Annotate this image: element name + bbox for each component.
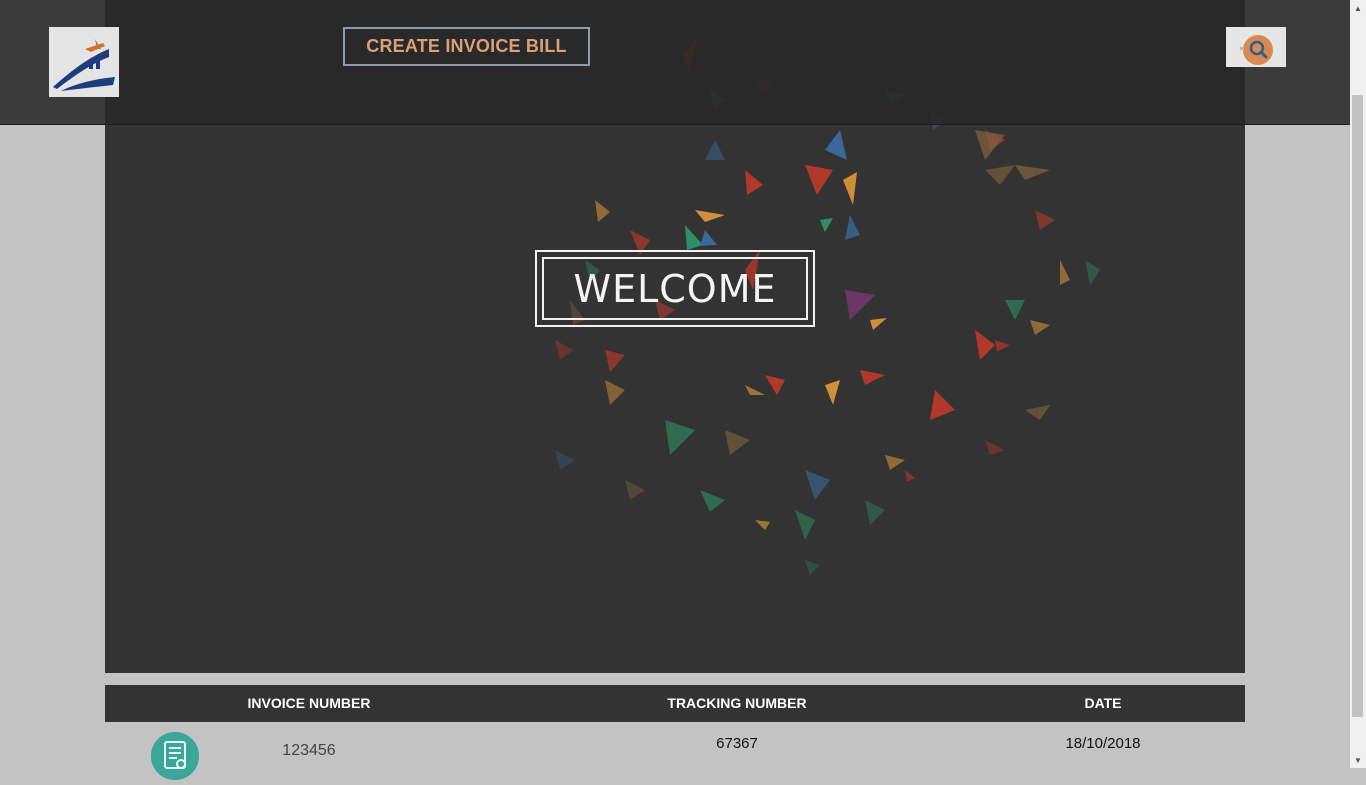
create-invoice-button[interactable]: CREATE INVOICE BILL [343, 27, 590, 66]
column-header-invoice-number[interactable]: INVOICE NUMBER [209, 685, 409, 722]
column-header-tracking-number[interactable]: TRACKING NUMBER [637, 685, 837, 722]
scrollbar-thumb[interactable] [1352, 95, 1363, 717]
ship-plane-logo-icon[interactable] [49, 27, 119, 97]
search-icon [1240, 35, 1273, 65]
tracking-number-cell: 67367 [716, 735, 758, 752]
vertical-scrollbar[interactable]: ▲ ▼ [1350, 0, 1366, 768]
scroll-down-arrow-icon[interactable]: ▼ [1350, 752, 1366, 768]
invoice-number-cell[interactable]: 123456 [209, 742, 409, 760]
table-row[interactable]: 123456 67367 18/10/2018 [105, 722, 1245, 780]
top-navigation-bar: CREATE INVOICE BILL [0, 0, 1350, 125]
invoice-document-icon[interactable] [151, 732, 199, 780]
search-button[interactable] [1226, 27, 1286, 67]
invoice-table-header: INVOICE NUMBER TRACKING NUMBER DATE [105, 685, 1245, 722]
column-header-date[interactable]: DATE [1003, 685, 1203, 722]
welcome-title: WELCOME [542, 257, 808, 320]
welcome-frame: WELCOME [535, 250, 815, 327]
date-cell: 18/10/2018 [1065, 735, 1141, 752]
scroll-up-arrow-icon[interactable]: ▲ [1350, 0, 1366, 16]
